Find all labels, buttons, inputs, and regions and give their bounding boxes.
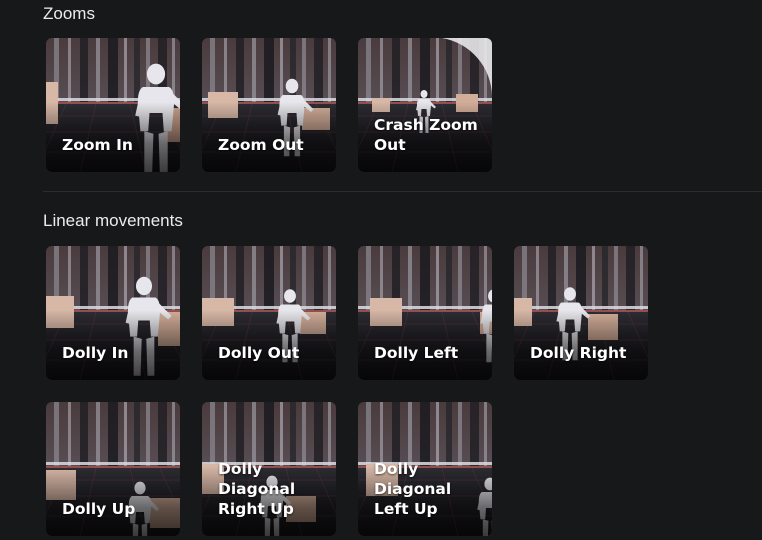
tile-label: Zoom Out [218,136,304,154]
tile-label: Dolly Out [218,344,300,362]
tile-label: Dolly Up [62,500,136,518]
camera-move-dolly-diagonal-left-up[interactable]: Dolly Diagonal Left Up [358,402,492,536]
tile-label: Dolly Diagonal Left Up [374,460,452,518]
camera-move-dolly-right[interactable]: Dolly Right [514,246,648,380]
section-divider [43,191,762,192]
section-title-zooms: Zooms [43,4,95,23]
camera-move-zoom-out[interactable]: Zoom Out [202,38,336,172]
tile-label: Dolly Left [374,344,459,362]
tile-label: Dolly In [62,344,129,362]
camera-move-dolly-in[interactable]: Dolly In [46,246,180,380]
camera-move-dolly-left[interactable]: Dolly Left [358,246,492,380]
tile-label: Dolly Right [530,344,627,362]
tile-label: Crash Zoom Out [374,116,478,154]
camera-move-dolly-out[interactable]: Dolly Out [202,246,336,380]
tile-label: Zoom In [62,136,133,154]
tile-label: Dolly Diagonal Right Up [218,460,296,518]
camera-move-crash-zoom-out[interactable]: Crash Zoom Out [358,38,492,172]
camera-move-dolly-diagonal-right-up[interactable]: Dolly Diagonal Right Up [202,402,336,536]
camera-move-zoom-in[interactable]: Zoom In [46,38,180,172]
camera-move-dolly-up[interactable]: Dolly Up [46,402,180,536]
section-title-linear-movements: Linear movements [43,211,183,230]
